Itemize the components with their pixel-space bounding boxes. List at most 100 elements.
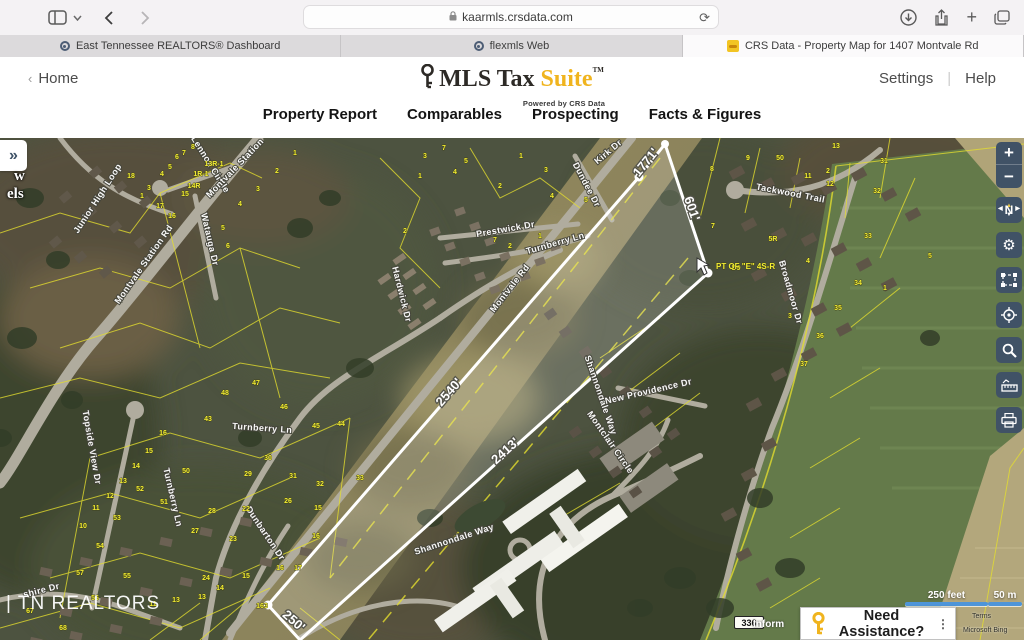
scale-meters-label: 50 m bbox=[988, 590, 1022, 601]
url-text: kaarmls.crsdata.com bbox=[462, 10, 573, 24]
pnum: 2 bbox=[275, 168, 279, 175]
back-icon[interactable] bbox=[104, 10, 114, 26]
forward-icon[interactable] bbox=[140, 10, 150, 26]
pnum: 17 bbox=[156, 203, 164, 210]
pnum: 2 bbox=[508, 243, 512, 250]
pnum: 1 bbox=[293, 150, 297, 157]
property-map[interactable]: Junior High LoopLennox CircleMontvale St… bbox=[0, 138, 1024, 640]
aerial-map-canvas[interactable]: Junior High LoopLennox CircleMontvale St… bbox=[0, 138, 1024, 640]
pnum: 50 bbox=[182, 468, 190, 475]
pnum: 8 bbox=[710, 166, 714, 173]
pnum: 7 bbox=[493, 237, 497, 244]
pnum: 6 bbox=[175, 154, 179, 161]
pnum: 31 bbox=[880, 158, 888, 165]
target-icon bbox=[1001, 307, 1017, 323]
attribution-bing: Microsoft Bing bbox=[963, 627, 1007, 634]
url-bar[interactable]: kaarmls.crsdata.com ⟳ bbox=[303, 5, 719, 29]
tab-label: East Tennessee REALTORS® Dashboard bbox=[76, 40, 280, 52]
pnum: 11 bbox=[804, 173, 812, 180]
pnum: 33 bbox=[864, 233, 872, 240]
nav-prospecting[interactable]: Prospecting bbox=[532, 106, 619, 123]
ruler-icon bbox=[1001, 378, 1018, 393]
sidebar-icon[interactable] bbox=[48, 10, 67, 25]
share-icon[interactable] bbox=[934, 9, 949, 26]
header-divider: | bbox=[947, 70, 951, 87]
printer-icon bbox=[1001, 413, 1017, 428]
help-link[interactable]: Help bbox=[965, 70, 996, 87]
need-assistance-widget[interactable]: Need Assistance? ⋮ bbox=[800, 607, 956, 640]
nav-comparables[interactable]: Comparables bbox=[407, 106, 502, 123]
tab-label: CRS Data - Property Map for 1407 Montval… bbox=[745, 40, 979, 52]
locate-button[interactable] bbox=[996, 302, 1022, 328]
pnum: 8 bbox=[191, 144, 195, 151]
kebab-menu-icon[interactable]: ⋮ bbox=[937, 617, 949, 631]
pnum: 31 bbox=[289, 473, 297, 480]
pnum: 14 bbox=[132, 463, 140, 470]
scale-meters-bar bbox=[988, 602, 1022, 606]
tab-flexmls-web[interactable]: flexmls Web bbox=[341, 35, 682, 57]
pnum: 24 bbox=[202, 575, 210, 582]
tn-realtors-watermark: | TN REALTORS bbox=[6, 593, 160, 615]
pnum: 52 bbox=[136, 486, 144, 493]
key-icon bbox=[811, 612, 826, 636]
pnum: 23 bbox=[229, 536, 237, 543]
pnum: 13 bbox=[172, 597, 180, 604]
magnifier-icon bbox=[1002, 343, 1017, 358]
zoom-in-button[interactable]: + bbox=[996, 142, 1022, 165]
pnum: 27 bbox=[191, 528, 199, 535]
pnum: 4 bbox=[453, 169, 457, 176]
pnum: 7 bbox=[442, 145, 446, 152]
compass-button[interactable]: ▲ N ▼ ◀ ▶ bbox=[996, 197, 1022, 223]
chevron-down-icon[interactable] bbox=[73, 15, 82, 21]
select-area-button[interactable] bbox=[996, 267, 1022, 293]
pnum: 36 bbox=[816, 333, 824, 340]
pnum: 16 bbox=[276, 565, 284, 572]
pnum: 2 bbox=[498, 183, 502, 190]
reload-icon[interactable]: ⟳ bbox=[699, 10, 710, 26]
pnum: 5 bbox=[584, 197, 588, 204]
pnum: 45 bbox=[312, 423, 320, 430]
pnum: 29 bbox=[244, 471, 252, 478]
measure-button[interactable] bbox=[996, 372, 1022, 398]
pnum: 5R bbox=[769, 236, 778, 243]
tab-overview-icon[interactable] bbox=[994, 10, 1010, 25]
parcel-vertex[interactable] bbox=[661, 140, 669, 148]
nav-property-report[interactable]: Property Report bbox=[263, 106, 377, 123]
pnum: 4 bbox=[550, 193, 554, 200]
new-tab-icon[interactable]: + bbox=[966, 7, 977, 28]
pnum: 54 bbox=[96, 543, 104, 550]
pnum: 68 bbox=[59, 625, 67, 632]
pnum: 15 bbox=[242, 573, 250, 580]
print-button[interactable] bbox=[996, 407, 1022, 433]
pnum: 33 bbox=[356, 475, 364, 482]
tab-crs-property-map[interactable]: CRS Data - Property Map for 1407 Montval… bbox=[683, 35, 1024, 57]
pnum: 14R bbox=[188, 183, 201, 190]
browser-toolbar: kaarmls.crsdata.com ⟳ + bbox=[0, 0, 1024, 35]
pnum: 5 bbox=[168, 164, 172, 171]
zoom-out-button[interactable]: − bbox=[996, 165, 1022, 188]
pnum: 43 bbox=[204, 416, 212, 423]
pnum: 53 bbox=[113, 515, 121, 522]
nav-facts-figures[interactable]: Facts & Figures bbox=[649, 106, 762, 123]
search-button[interactable] bbox=[996, 337, 1022, 363]
tab-east-tennessee-dashboard[interactable]: East Tennessee REALTORS® Dashboard bbox=[0, 35, 341, 57]
app-header: ‹Home MLS Tax SuiteTM Powered by CRS Dat… bbox=[0, 58, 1024, 138]
pnum: 15 bbox=[145, 448, 153, 455]
flexmls-favicon bbox=[474, 41, 484, 51]
pnum: 3 bbox=[423, 153, 427, 160]
pnum: 35 bbox=[834, 305, 842, 312]
pnum: 47 bbox=[252, 380, 260, 387]
pnum: 5 bbox=[221, 225, 225, 232]
pnum: 26 bbox=[284, 498, 292, 505]
sidebar-expand-button[interactable]: » bbox=[0, 140, 27, 171]
clipped-info-text: Inform bbox=[753, 619, 784, 630]
pnum: 57 bbox=[76, 570, 84, 577]
settings-link[interactable]: Settings bbox=[879, 70, 933, 87]
map-settings-button[interactable]: ⚙ bbox=[996, 232, 1022, 258]
downloads-icon[interactable] bbox=[900, 9, 917, 26]
pnum: 15 bbox=[314, 505, 322, 512]
attribution-terms[interactable]: Terms bbox=[972, 613, 991, 620]
gear-icon: ⚙ bbox=[1002, 236, 1015, 254]
pnum: 5 bbox=[928, 253, 932, 260]
scale-feet-label: 250 feet bbox=[905, 590, 988, 601]
